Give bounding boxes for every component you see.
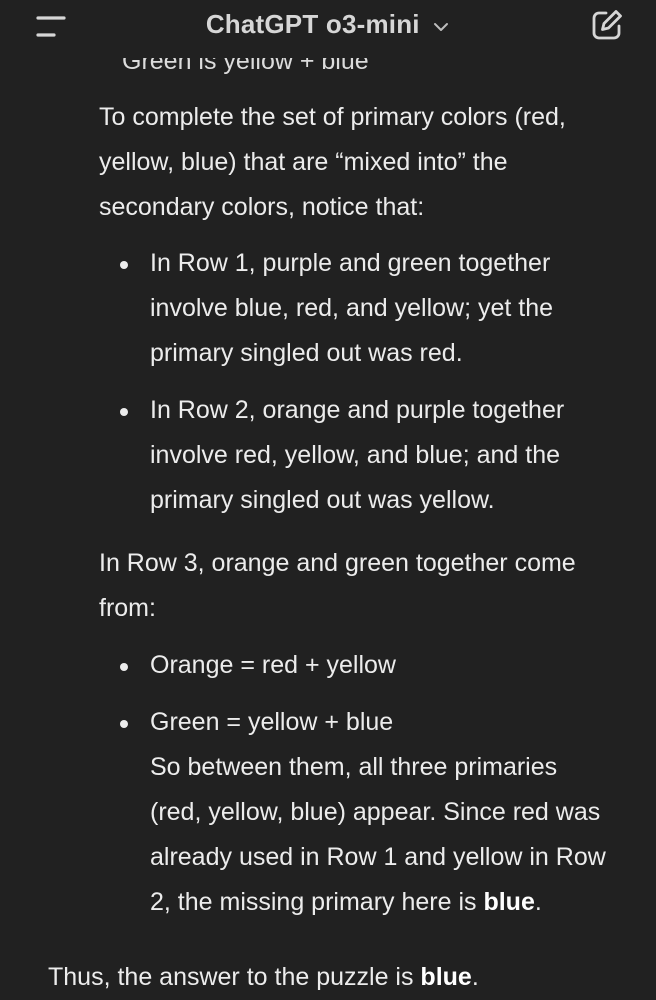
answer-bold: blue xyxy=(483,888,535,916)
text-span: 2, the missing primary here is xyxy=(150,888,484,916)
text-span: . xyxy=(471,963,479,991)
new-chat-edit-icon[interactable] xyxy=(590,8,624,42)
text-line: So between them, all three primaries xyxy=(150,753,558,781)
top-bar: ChatGPT o3-mini xyxy=(0,0,656,54)
text-line: involve red, yellow, and blue; and the xyxy=(150,441,560,469)
text-line: 2, the missing primary here is blue. xyxy=(150,880,606,925)
text-line: In Row 3, orange and green together come xyxy=(99,549,576,577)
page-title: ChatGPT o3-mini xyxy=(205,9,420,39)
text-line: yellow, blue) that are “mixed into” the xyxy=(99,148,508,176)
clipped-previous-line: Green is yellow + blue xyxy=(122,58,369,75)
text-line: (red, yellow, blue) appear. Since red wa… xyxy=(150,798,601,826)
bullet-dot xyxy=(120,408,128,416)
text-line: In Row 1, purple and green together xyxy=(150,249,551,277)
text-line: Orange = red + yellow xyxy=(150,651,396,679)
text-line: from: xyxy=(99,594,156,622)
text-line: already used in Row 1 and yellow in Row xyxy=(150,843,606,871)
text-line: primary singled out was red. xyxy=(150,339,463,367)
list-item: In Row 2, orange and purple together inv… xyxy=(150,388,564,523)
text-line: involve blue, red, and yellow; yet the xyxy=(150,294,554,322)
text-line: secondary colors, notice that: xyxy=(99,193,425,221)
text-line: To complete the set of primary colors (r… xyxy=(99,103,566,131)
bullet-dot xyxy=(120,261,128,269)
text-span: Thus, the answer to the puzzle is xyxy=(48,963,421,991)
list-item: Green = yellow + blue So between them, a… xyxy=(150,700,606,925)
text-span: . xyxy=(534,888,542,916)
row3-paragraph: In Row 3, orange and green together come… xyxy=(99,541,576,631)
answer-bold: blue xyxy=(420,963,472,991)
text-line: primary singled out was yellow. xyxy=(150,486,495,514)
conclusion-paragraph: Thus, the answer to the puzzle is blue. xyxy=(48,955,479,1000)
intro-paragraph: To complete the set of primary colors (r… xyxy=(99,95,566,230)
text-line: In Row 2, orange and purple together xyxy=(150,396,565,424)
model-selector[interactable]: ChatGPT o3-mini xyxy=(0,6,656,42)
bullet-dot xyxy=(120,663,128,671)
chevron-down-icon xyxy=(434,22,449,31)
list-item: In Row 1, purple and green together invo… xyxy=(150,241,553,376)
text-line: Green = yellow + blue xyxy=(150,708,394,736)
list-item: Orange = red + yellow xyxy=(150,643,396,688)
bullet-dot xyxy=(120,720,128,728)
